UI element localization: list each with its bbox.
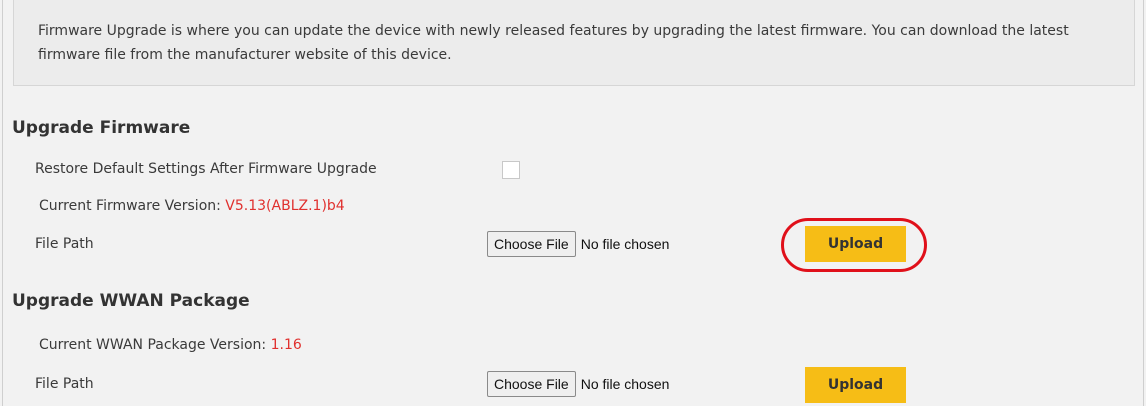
restore-defaults-label: Restore Default Settings After Firmware …	[35, 161, 377, 177]
current-firmware-version: Current Firmware Version: V5.13(ABLZ.1)b…	[39, 198, 345, 214]
info-description: Firmware Upgrade is where you can update…	[38, 23, 1069, 63]
section-title-upgrade-wwan: Upgrade WWAN Package	[12, 291, 250, 311]
current-firmware-version-value: V5.13(ABLZ.1)b4	[225, 198, 345, 214]
wwan-upload-button[interactable]: Upload	[805, 367, 906, 403]
section-title-upgrade-firmware: Upgrade Firmware	[12, 118, 191, 138]
restore-defaults-checkbox[interactable]	[502, 161, 520, 179]
firmware-file-path-label: File Path	[35, 236, 94, 252]
wwan-file-path-label: File Path	[35, 376, 94, 392]
wwan-choose-file-button[interactable]: Choose File	[487, 371, 576, 397]
wwan-no-file-text: No file chosen	[580, 376, 670, 392]
info-box: Firmware Upgrade is where you can update…	[13, 0, 1135, 86]
current-wwan-version: Current WWAN Package Version: 1.16	[39, 337, 302, 353]
current-wwan-version-value: 1.16	[270, 337, 302, 353]
current-firmware-version-label: Current Firmware Version:	[39, 198, 226, 214]
wwan-file-picker[interactable]: Choose File No file chosen	[487, 371, 669, 397]
firmware-upload-button[interactable]: Upload	[805, 226, 906, 262]
current-wwan-version-label: Current WWAN Package Version:	[39, 337, 271, 353]
firmware-no-file-text: No file chosen	[580, 236, 670, 252]
firmware-upgrade-panel: Firmware Upgrade is where you can update…	[2, 0, 1144, 406]
firmware-file-picker[interactable]: Choose File No file chosen	[487, 231, 669, 257]
firmware-choose-file-button[interactable]: Choose File	[487, 231, 576, 257]
